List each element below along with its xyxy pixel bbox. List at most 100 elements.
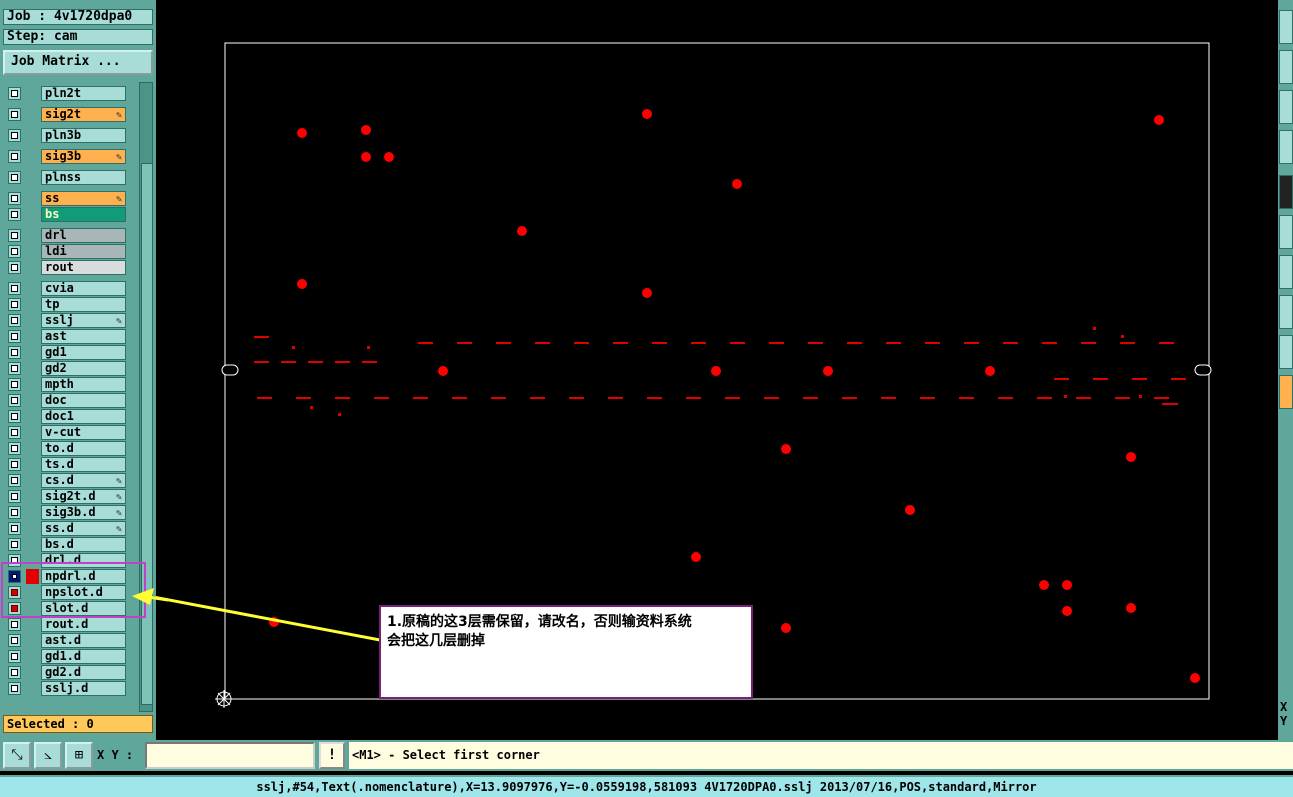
tool-button-5[interactable] [1279,175,1293,209]
layer-row[interactable]: sslj ✎ [3,313,127,328]
layer-name[interactable]: ts.d [41,457,126,472]
layer-checkbox[interactable] [8,394,21,407]
layer-checkbox[interactable] [8,442,21,455]
zoom-area-button[interactable]: ⤡ [3,742,31,769]
layer-row[interactable]: to.d [3,441,127,456]
layer-row[interactable]: pln2t [3,86,127,101]
layer-checkbox[interactable] [8,171,21,184]
layer-row[interactable]: gd2 [3,361,127,376]
layer-checkbox[interactable] [8,314,21,327]
layer-checkbox[interactable] [8,298,21,311]
layer-row[interactable]: cs.d ✎ [3,473,127,488]
layer-row[interactable]: sig2t.d ✎ [3,489,127,504]
layer-checkbox[interactable] [8,87,21,100]
layer-row[interactable]: tp [3,297,127,312]
layer-checkbox[interactable] [8,650,21,663]
layer-row[interactable]: drl [3,228,127,243]
layer-name[interactable]: sig3b.d ✎ [41,505,126,520]
layer-name[interactable]: sslj ✎ [41,313,126,328]
layer-checkbox[interactable] [8,458,21,471]
layer-name[interactable]: ss.d ✎ [41,521,126,536]
layer-row[interactable]: v-cut [3,425,127,440]
tool-button-1[interactable] [1279,10,1293,44]
layer-row[interactable]: ss.d ✎ [3,521,127,536]
layer-name[interactable]: gd1.d [41,649,126,664]
layer-name[interactable]: sig2t.d ✎ [41,489,126,504]
layer-name[interactable]: plnss [41,170,126,185]
layer-row[interactable]: doc1 [3,409,127,424]
layer-row[interactable]: ast [3,329,127,344]
grid-snap-button[interactable]: ⊞ [65,742,93,769]
layer-checkbox[interactable] [8,506,21,519]
layer-row[interactable]: pln3b [3,128,127,143]
layer-row[interactable]: rout.d [3,617,127,632]
layer-name[interactable]: cs.d ✎ [41,473,126,488]
layer-name[interactable]: bs.d [41,537,126,552]
tool-button-6[interactable] [1279,215,1293,249]
layer-checkbox[interactable] [8,362,21,375]
layer-checkbox[interactable] [8,490,21,503]
layer-row[interactable]: sig3b.d ✎ [3,505,127,520]
execute-button[interactable]: ! [319,742,345,769]
layer-name[interactable]: rout [41,260,126,275]
layer-name[interactable]: ast [41,329,126,344]
layer-name[interactable]: ldi [41,244,126,259]
layer-name[interactable]: ss ✎ [41,191,126,206]
layer-checkbox[interactable] [8,410,21,423]
layer-name[interactable]: gd2 [41,361,126,376]
tool-button-3[interactable] [1279,90,1293,124]
layer-name[interactable]: ast.d [41,633,126,648]
layer-name[interactable]: drl [41,228,126,243]
layer-checkbox[interactable] [8,634,21,647]
layer-name[interactable]: mpth [41,377,126,392]
layer-row[interactable]: gd1.d [3,649,127,664]
scrollbar-thumb[interactable] [141,163,153,705]
tool-button-2[interactable] [1279,50,1293,84]
layer-checkbox[interactable] [8,522,21,535]
layer-checkbox[interactable] [8,474,21,487]
measure-button[interactable]: ⦣ [34,742,62,769]
layer-row[interactable]: gd1 [3,345,127,360]
layer-name[interactable]: v-cut [41,425,126,440]
layer-row[interactable]: mpth [3,377,127,392]
layer-row[interactable]: gd2.d [3,665,127,680]
layer-row[interactable]: bs.d [3,537,127,552]
layer-name[interactable]: pln3b [41,128,126,143]
layer-checkbox[interactable] [8,538,21,551]
layer-checkbox[interactable] [8,378,21,391]
layer-row[interactable]: bs [3,207,127,222]
layer-name[interactable]: cvia [41,281,126,296]
layer-checkbox[interactable] [8,618,21,631]
layer-checkbox[interactable] [8,666,21,679]
layer-name[interactable]: sslj.d [41,681,126,696]
layer-checkbox[interactable] [8,426,21,439]
layer-row[interactable]: ldi [3,244,127,259]
xy-input[interactable] [145,742,315,769]
layer-row[interactable]: plnss [3,170,127,185]
layer-checkbox[interactable] [8,682,21,695]
layer-checkbox[interactable] [8,108,21,121]
tool-button-10[interactable] [1279,375,1293,409]
layer-checkbox[interactable] [8,330,21,343]
layer-name[interactable]: pln2t [41,86,126,101]
layer-name[interactable]: bs [41,207,126,222]
layer-name[interactable]: doc [41,393,126,408]
layer-checkbox[interactable] [8,129,21,142]
layer-name[interactable]: rout.d [41,617,126,632]
tool-button-7[interactable] [1279,255,1293,289]
layer-checkbox[interactable] [8,192,21,205]
layer-row[interactable]: rout [3,260,127,275]
layer-name[interactable]: sig2t ✎ [41,107,126,122]
layer-checkbox[interactable] [8,245,21,258]
layer-checkbox[interactable] [8,261,21,274]
layer-checkbox[interactable] [8,150,21,163]
layer-row[interactable]: cvia [3,281,127,296]
layer-row[interactable]: doc [3,393,127,408]
layer-checkbox[interactable] [8,208,21,221]
layer-row[interactable]: ts.d [3,457,127,472]
layer-name[interactable]: sig3b ✎ [41,149,126,164]
layer-name[interactable]: gd2.d [41,665,126,680]
layer-checkbox[interactable] [8,282,21,295]
layer-row[interactable]: sig3b ✎ [3,149,127,164]
layer-row[interactable]: ast.d [3,633,127,648]
